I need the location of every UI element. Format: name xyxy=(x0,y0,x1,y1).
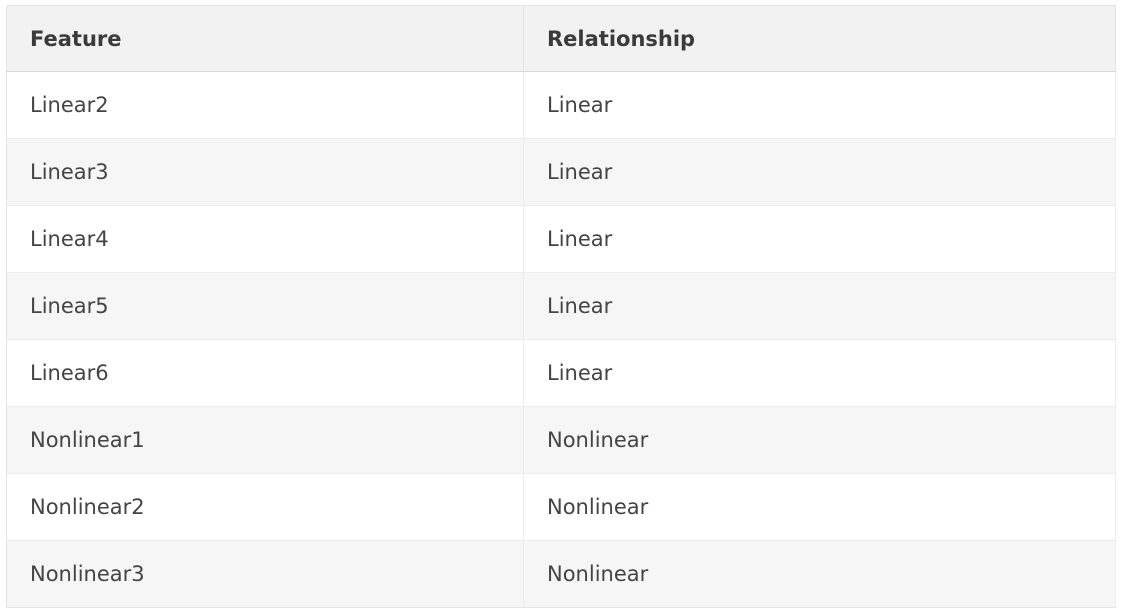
relationship-cell: Linear xyxy=(523,138,1116,206)
table-row: Nonlinear1 Nonlinear xyxy=(6,406,1116,474)
relationship-cell: Linear xyxy=(523,71,1116,139)
feature-cell: Nonlinear2 xyxy=(6,473,524,541)
relationship-cell: Nonlinear xyxy=(523,540,1116,608)
feature-cell: Linear3 xyxy=(6,138,524,206)
feature-cell: Nonlinear1 xyxy=(6,406,524,474)
table-row: Nonlinear2 Nonlinear xyxy=(6,473,1116,541)
feature-cell: Linear5 xyxy=(6,272,524,340)
feature-cell: Nonlinear3 xyxy=(6,540,524,608)
feature-relationship-table: Feature Relationship Linear2 Linear Line… xyxy=(6,5,1116,608)
relationship-cell: Linear xyxy=(523,205,1116,273)
table-row: Linear5 Linear xyxy=(6,272,1116,340)
table-row: Nonlinear3 Nonlinear xyxy=(6,540,1116,608)
table-row: Linear6 Linear xyxy=(6,339,1116,407)
column-header-relationship: Relationship xyxy=(523,5,1116,72)
table-row: Linear4 Linear xyxy=(6,205,1116,273)
relationship-cell: Nonlinear xyxy=(523,473,1116,541)
table-row: Linear2 Linear xyxy=(6,71,1116,139)
relationship-cell: Linear xyxy=(523,272,1116,340)
table-container: Feature Relationship Linear2 Linear Line… xyxy=(6,5,1116,608)
header-row: Feature Relationship xyxy=(6,5,1116,72)
feature-cell: Linear4 xyxy=(6,205,524,273)
column-header-feature: Feature xyxy=(6,5,524,72)
feature-cell: Linear2 xyxy=(6,71,524,139)
relationship-cell: Linear xyxy=(523,339,1116,407)
table-row: Linear3 Linear xyxy=(6,138,1116,206)
relationship-cell: Nonlinear xyxy=(523,406,1116,474)
feature-cell: Linear6 xyxy=(6,339,524,407)
